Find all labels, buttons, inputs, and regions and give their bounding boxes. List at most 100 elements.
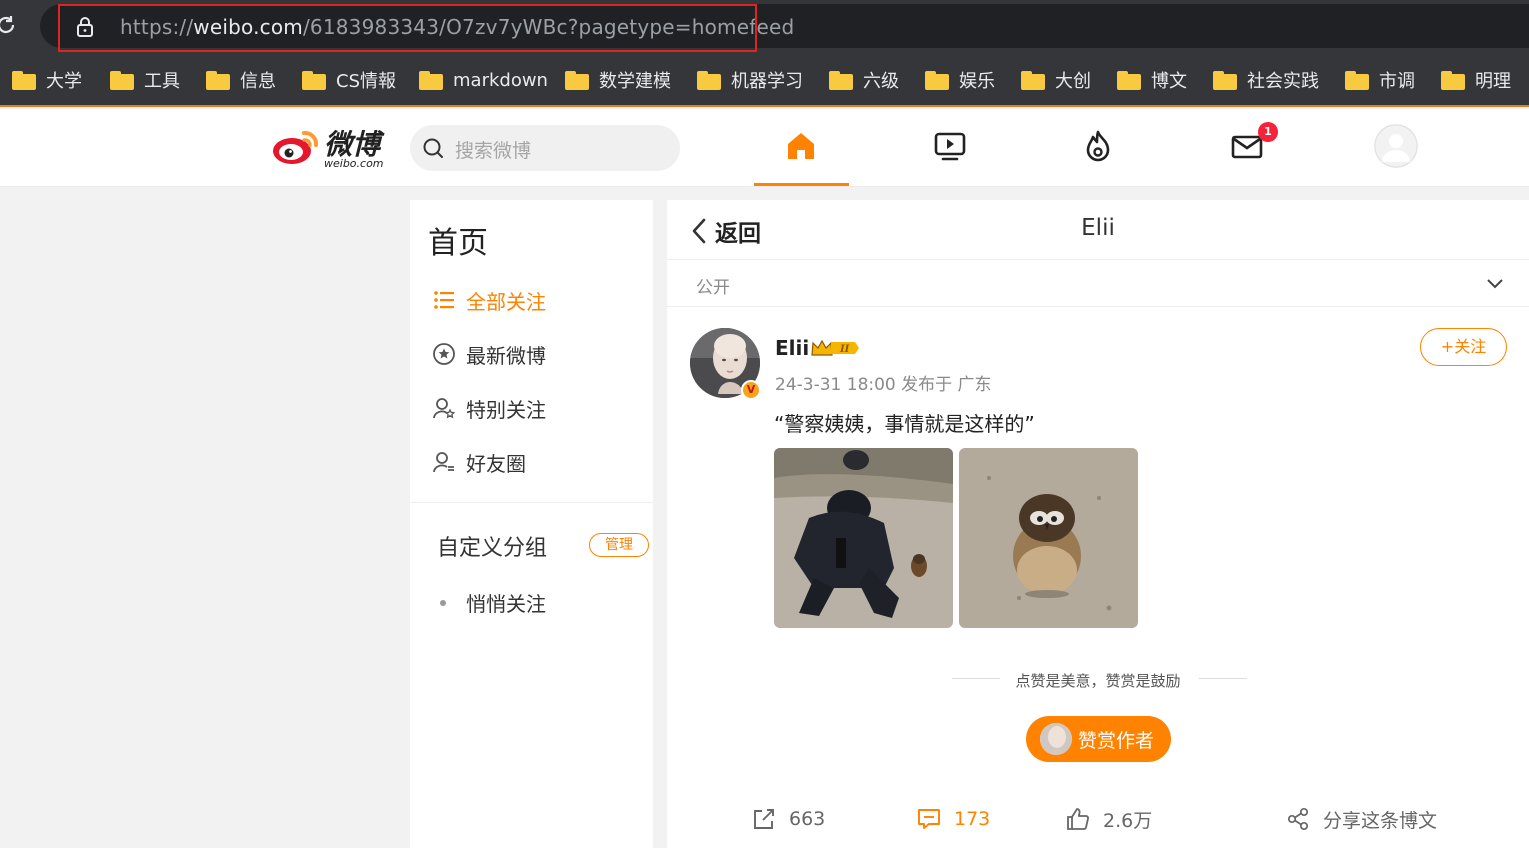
weibo-eye-icon bbox=[273, 130, 319, 164]
bookmark-folder[interactable]: 大创 bbox=[1021, 67, 1091, 93]
verified-badge: V bbox=[741, 380, 761, 400]
folder-icon bbox=[302, 70, 326, 90]
left-sidebar: 首页 全部关注 最新微博 特别关注 好友圈 自定义分组 管理 悄悄关注 bbox=[410, 200, 653, 848]
svg-text:II: II bbox=[839, 344, 850, 355]
bookmark-folder[interactable]: 娱乐 bbox=[925, 67, 995, 93]
site-header: 微博 weibo.com 搜索微博 1 bbox=[0, 109, 1529, 187]
search-placeholder: 搜索微博 bbox=[455, 140, 532, 162]
comment-icon bbox=[918, 809, 940, 829]
bookmark-folder[interactable]: 机器学习 bbox=[697, 67, 803, 93]
video-icon[interactable] bbox=[933, 129, 967, 163]
author-name[interactable]: Elii bbox=[775, 336, 809, 360]
list-icon bbox=[434, 291, 454, 309]
logo-subtext: weibo.com bbox=[324, 157, 384, 170]
search-icon bbox=[423, 138, 443, 158]
bookmark-folder[interactable]: 市调 bbox=[1345, 67, 1415, 93]
police-owl-photo bbox=[774, 448, 953, 628]
follow-button[interactable]: +关注 bbox=[1420, 328, 1507, 366]
sidebar-divider bbox=[410, 502, 653, 503]
repost-share-icon bbox=[754, 809, 774, 829]
bookmark-folder[interactable]: 明理 bbox=[1441, 67, 1511, 93]
manage-groups-button[interactable]: 管理 bbox=[589, 533, 649, 557]
folder-icon bbox=[1021, 70, 1045, 90]
back-label: 返回 bbox=[715, 221, 761, 247]
sidebar-item-friends-circle[interactable]: 好友圈 bbox=[432, 447, 526, 477]
hot-fire-icon[interactable] bbox=[1081, 129, 1115, 163]
sidebar-item-special-follow[interactable]: 特别关注 bbox=[432, 393, 546, 423]
star-circle-icon bbox=[433, 343, 455, 365]
sidebar-item-all-following[interactable]: 全部关注 bbox=[432, 285, 546, 315]
visibility-selector[interactable]: 公开 bbox=[667, 260, 1529, 307]
owl-closeup-photo bbox=[959, 448, 1138, 628]
like-button[interactable]: 2.6万 bbox=[1065, 805, 1152, 833]
folder-icon bbox=[925, 70, 949, 90]
user-group-icon bbox=[433, 452, 454, 473]
repost-button[interactable]: 663 bbox=[751, 805, 825, 833]
sidebar-item-quiet-follow[interactable]: 悄悄关注 bbox=[440, 588, 546, 617]
user-star-icon bbox=[433, 398, 456, 419]
detail-title: Elii bbox=[1081, 215, 1115, 241]
share-label: 分享这条博文 bbox=[1323, 809, 1438, 832]
sidebar-item-latest[interactable]: 最新微博 bbox=[432, 339, 546, 369]
bookmark-label: 信息 bbox=[240, 71, 276, 92]
custom-group-title: 自定义分组 bbox=[437, 536, 548, 561]
bookmark-folder[interactable]: 六级 bbox=[829, 67, 899, 93]
sidebar-item-label: 最新微博 bbox=[466, 343, 546, 368]
reward-avatar bbox=[1040, 723, 1072, 755]
home-icon[interactable] bbox=[784, 129, 818, 163]
bookmark-label: CS情報 bbox=[336, 71, 396, 92]
sidebar-item-label: 好友圈 bbox=[466, 451, 526, 476]
bullet-dot bbox=[440, 599, 446, 606]
bookmark-folder[interactable]: 工具 bbox=[110, 67, 180, 93]
folder-icon bbox=[697, 70, 721, 90]
folder-icon bbox=[1441, 70, 1465, 90]
bookmark-folder[interactable]: 信息 bbox=[206, 67, 276, 93]
back-button[interactable]: 返回 bbox=[689, 214, 761, 248]
weibo-logo[interactable]: 微博 weibo.com bbox=[272, 123, 396, 170]
bookmark-label: 大学 bbox=[46, 71, 82, 92]
folder-icon bbox=[110, 70, 134, 90]
folder-icon bbox=[419, 70, 443, 90]
sidebar-item-label: 全部关注 bbox=[466, 289, 546, 314]
folder-icon bbox=[1117, 70, 1141, 90]
bookmark-label: 娱乐 bbox=[959, 71, 995, 92]
bookmark-folder[interactable]: 数学建模 bbox=[565, 67, 671, 93]
bookmark-folder[interactable]: 大学 bbox=[12, 67, 82, 93]
bookmark-folder[interactable]: CS情報 bbox=[302, 67, 396, 93]
folder-icon bbox=[565, 70, 589, 90]
user-avatar[interactable] bbox=[1374, 124, 1418, 168]
bookmark-folder[interactable]: 社会实践 bbox=[1213, 67, 1319, 93]
sidebar-item-label: 悄悄关注 bbox=[466, 592, 546, 616]
bookmark-label: 市调 bbox=[1379, 71, 1415, 92]
search-input[interactable]: 搜索微博 bbox=[410, 125, 680, 171]
chevron-left-icon bbox=[692, 218, 706, 244]
reload-icon[interactable] bbox=[0, 13, 18, 37]
comment-count: 173 bbox=[954, 808, 991, 830]
share-nodes-icon bbox=[1287, 807, 1309, 831]
author-mini-portrait bbox=[1040, 723, 1072, 755]
bookmark-label: 数学建模 bbox=[599, 71, 671, 92]
post-image-owl-closeup[interactable] bbox=[959, 448, 1138, 628]
reward-author-button[interactable]: 赞赏作者 bbox=[1026, 716, 1171, 762]
bookmark-folder[interactable]: 博文 bbox=[1117, 67, 1187, 93]
bookmark-folder[interactable]: markdown bbox=[419, 67, 548, 93]
share-button[interactable]: 分享这条博文 bbox=[1285, 805, 1437, 833]
bookmark-label: 工具 bbox=[144, 71, 180, 92]
reward-button-label: 赞赏作者 bbox=[1078, 729, 1155, 752]
chevron-down-icon bbox=[1487, 279, 1503, 289]
like-count: 2.6万 bbox=[1103, 809, 1153, 832]
post-text: “警察姨姨，事情就是这样的” bbox=[774, 412, 1035, 436]
folder-icon bbox=[12, 70, 36, 90]
folder-icon bbox=[1345, 70, 1369, 90]
repost-count: 663 bbox=[789, 808, 826, 830]
post-detail-panel: Elii 返回 公开 V Elii II 24-3-31 18:00 发布于 广… bbox=[667, 200, 1529, 848]
comment-button[interactable]: 173 bbox=[916, 805, 990, 833]
folder-icon bbox=[1213, 70, 1237, 90]
bookmark-label: 大创 bbox=[1055, 71, 1091, 92]
thumbs-up-icon bbox=[1067, 808, 1089, 830]
detail-topbar: Elii 返回 bbox=[667, 200, 1529, 260]
vip-crown-icon[interactable]: II bbox=[809, 337, 861, 359]
post-image-police-owl[interactable] bbox=[774, 448, 953, 628]
url-highlight-box bbox=[58, 4, 757, 52]
reward-note: 点赞是美意，赞赏是鼓励 bbox=[1015, 672, 1181, 690]
